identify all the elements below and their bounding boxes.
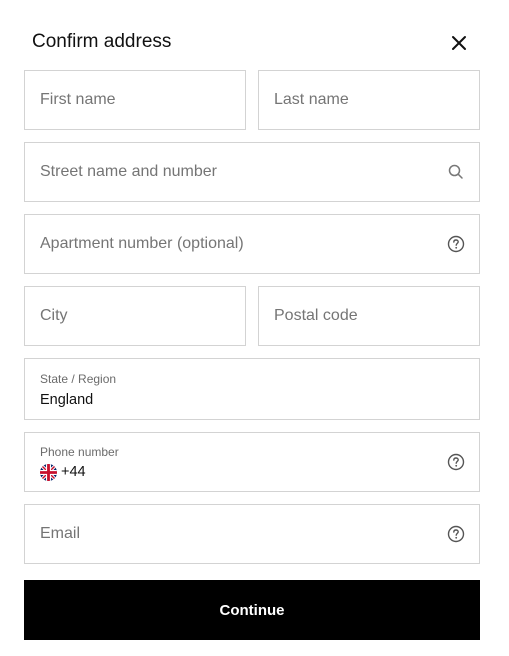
postal-code-placeholder: Postal code	[274, 307, 358, 324]
help-circle-icon[interactable]	[447, 235, 465, 253]
first-name-placeholder: First name	[40, 91, 116, 108]
state-region-value: England	[40, 392, 94, 408]
close-button[interactable]	[446, 30, 472, 56]
close-icon	[452, 36, 466, 50]
continue-button[interactable]: Continue	[24, 580, 480, 640]
email-field[interactable]: Email	[24, 504, 480, 564]
apartment-field[interactable]: Apartment number (optional)	[24, 214, 480, 274]
apartment-placeholder: Apartment number (optional)	[40, 235, 244, 252]
phone-number-value[interactable]: +44	[40, 463, 86, 481]
state-region-field[interactable]: State / Region England	[24, 358, 480, 420]
street-field[interactable]: Street name and number	[24, 142, 480, 202]
city-placeholder: City	[40, 307, 68, 324]
city-field[interactable]: City	[24, 286, 246, 346]
phone-number-field[interactable]: Phone number +44	[24, 432, 480, 492]
country-code: +44	[61, 464, 86, 480]
first-name-field[interactable]: First name	[24, 70, 246, 130]
uk-flag-icon[interactable]	[40, 463, 57, 481]
phone-number-label: Phone number	[40, 445, 119, 459]
help-circle-icon[interactable]	[447, 525, 465, 543]
state-region-label: State / Region	[40, 372, 117, 386]
last-name-field[interactable]: Last name	[258, 70, 480, 130]
email-placeholder: Email	[40, 525, 81, 542]
dialog-title: Confirm address	[32, 31, 172, 52]
street-placeholder: Street name and number	[40, 163, 217, 180]
help-circle-icon[interactable]	[447, 453, 465, 471]
confirm-address-dialog: Confirm address First name Last name Str…	[0, 0, 509, 656]
search-icon	[448, 164, 463, 179]
postal-code-field[interactable]: Postal code	[258, 286, 480, 346]
last-name-placeholder: Last name	[274, 91, 349, 108]
